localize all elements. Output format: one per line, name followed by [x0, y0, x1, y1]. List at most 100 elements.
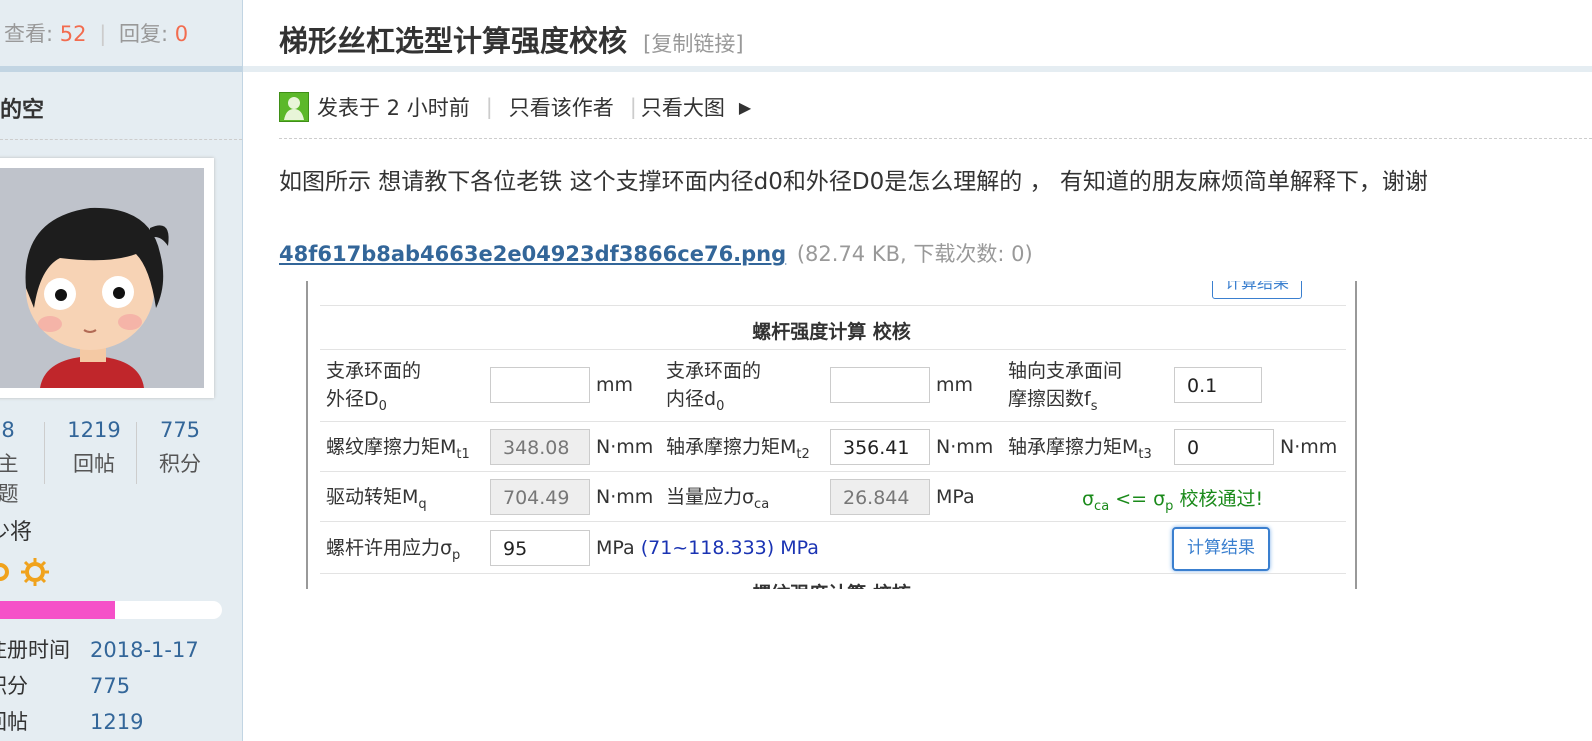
play-triangle-icon[interactable]: ▶ [739, 98, 751, 117]
bearing-torque-2-input: 356.41 [830, 429, 930, 465]
allowable-stress-input: 95 [490, 530, 590, 566]
label-line: 轴向支承面间 [1008, 360, 1123, 382]
range-text: (71~118.333) MPa [640, 537, 819, 559]
meta-divider: | [485, 95, 493, 119]
post-time: 发表于 2 小时前 [317, 96, 470, 120]
label-sub: 0 [716, 398, 725, 414]
rank-stars [0, 558, 58, 592]
only-author-link[interactable]: 只看该作者 [509, 92, 614, 122]
table-line [320, 471, 1346, 472]
info-value[interactable]: 775 [90, 674, 130, 698]
info-points: 积分 775 [0, 670, 130, 700]
unit-nmm: N·mm [1280, 436, 1338, 458]
label-text: 轴承摩擦力矩M [666, 436, 797, 458]
views-count: 52 [59, 22, 87, 46]
label-sub: t2 [796, 446, 810, 462]
label-drive-torque: 驱动转矩Mq [326, 483, 427, 519]
sun-star-icon [0, 558, 49, 586]
label-bearing-torque-3: 轴承摩擦力矩Mt3 [1008, 433, 1152, 469]
author-stats: 8 主题 1219 回帖 775 积分 [0, 418, 242, 506]
label-sub: t1 [456, 446, 470, 462]
table-line [320, 521, 1346, 522]
label-outer-diameter: 支承环面的 外径D0 [326, 357, 421, 421]
label-text: 轴承摩擦力矩M [1008, 436, 1139, 458]
info-replies: 回帖 1219 [0, 706, 143, 736]
label-sub: t3 [1138, 446, 1152, 462]
sidebar-divider-strip [0, 66, 242, 72]
stat-points-label: 积分 [159, 452, 201, 476]
drive-torque-output: 704.49 [490, 479, 590, 515]
label-line: 摩擦因数f [1008, 388, 1091, 410]
pass-text: 校核通过! [1173, 488, 1264, 510]
main-divider-strip [243, 66, 1592, 72]
info-value[interactable]: 1219 [90, 710, 143, 734]
label-sub: 0 [378, 398, 387, 414]
post-dashed-divider [279, 138, 1592, 139]
copy-link-button[interactable]: [复制链接] [643, 32, 743, 56]
bearing-torque-3-input: 0 [1174, 429, 1274, 465]
label-text: 驱动转矩M [326, 486, 419, 508]
label-sub: q [418, 496, 427, 512]
label-line: 支承环面的 [666, 360, 762, 382]
stat-topics[interactable]: 8 主题 [0, 418, 28, 508]
thread-stats: 查看: 52 | 回复: 0 [4, 18, 188, 48]
unit-mm: mm [936, 374, 974, 396]
table-line [320, 349, 1346, 350]
attachment-image[interactable]: 计算结果 螺杆强度计算 校核 支承环面的 外径D0 mm 支承环面的 内径d0 … [306, 281, 1357, 589]
avatar-image [0, 168, 204, 388]
label-sub: p [452, 547, 461, 563]
sidebar-dashed-divider [0, 139, 242, 140]
post-main: 梯形丝杠选型计算强度校核 [复制链接] 发表于 2 小时前 | 只看该作者 | … [243, 0, 1592, 741]
post-meta: 发表于 2 小时前 | 只看该作者 | 只看大图 ▶ [279, 92, 751, 122]
label-bearing-torque-2: 轴承摩擦力矩Mt2 [666, 433, 810, 469]
label-allowable-stress: 螺杆许用应力σp [326, 534, 460, 570]
unit-nmm: N·mm [596, 436, 654, 458]
stat-points[interactable]: 775 积分 [140, 418, 220, 478]
label-sub: s [1090, 398, 1098, 414]
info-value: 2018-1-17 [90, 638, 199, 662]
stat-topics-value: 8 [1, 418, 15, 442]
stats-divider: | [99, 22, 107, 46]
credit-progress-fill [0, 601, 115, 619]
author-sidebar: 查看: 52 | 回复: 0 空的空 [0, 0, 243, 741]
calc-button: 计算结果 [1172, 527, 1270, 571]
label-thread-torque: 螺纹摩擦力矩Mt1 [326, 433, 470, 469]
attachment-link[interactable]: 48f617b8ab4663e2e04923df3866ce76.png [279, 242, 786, 266]
label-text: 螺杆许用应力σ [326, 537, 453, 559]
views-label: 查看: [4, 22, 54, 46]
post-body: 如图所示 想请教下各位老铁 这个支撑环面内径d0和外径D0是怎么理解的 ， 有知… [279, 169, 1428, 195]
next-section-title: 螺纹强度计算 校核 [308, 579, 1355, 589]
unit-mpa: MPa [936, 486, 975, 508]
info-reg-date: 注册时间 2018-1-17 [0, 634, 199, 664]
info-key: 积分 [0, 674, 28, 698]
label-equivalent-stress: 当量应力σca [666, 483, 769, 519]
calc-title: 螺杆强度计算 校核 [752, 321, 911, 343]
label-line: 内径d [666, 388, 717, 410]
thread-title: 梯形丝杠选型计算强度校核 [复制链接] [279, 18, 744, 60]
author-rank[interactable]: 少将 [0, 514, 32, 546]
thread-title-text: 梯形丝杠选型计算强度校核 [279, 24, 628, 58]
table-line [320, 573, 1346, 574]
unit-nmm: N·mm [596, 486, 654, 508]
online-status-icon [279, 92, 309, 122]
outer-diameter-input [490, 367, 590, 403]
attachment-meta: (82.74 KB, 下载次数: 0) [796, 242, 1033, 266]
label-line: 支承环面的 [326, 360, 422, 382]
friction-coef-input: 0.1 [1174, 367, 1262, 403]
meta-divider: | [629, 95, 637, 119]
stat-replies-value: 1219 [67, 418, 121, 442]
author-name[interactable]: 空的空 [0, 92, 44, 124]
stat-replies[interactable]: 1219 回帖 [54, 418, 134, 478]
unit-nmm: N·mm [936, 436, 994, 458]
thread-torque-output: 348.08 [490, 429, 590, 465]
avatar[interactable] [0, 158, 214, 398]
label-text: 螺纹摩擦力矩M [326, 436, 457, 458]
stat-points-value: 775 [159, 418, 201, 442]
label-sub: ca [754, 496, 770, 512]
calc-button-top: 计算结果 [1212, 281, 1302, 299]
check-pass-message: σca <= σp 校核通过! [1082, 484, 1263, 514]
pass-text: <= σ [1109, 488, 1166, 510]
only-big-image-link[interactable]: 只看大图 [641, 92, 725, 122]
unit-mm: mm [596, 374, 634, 396]
stat-replies-label: 回帖 [73, 452, 115, 476]
